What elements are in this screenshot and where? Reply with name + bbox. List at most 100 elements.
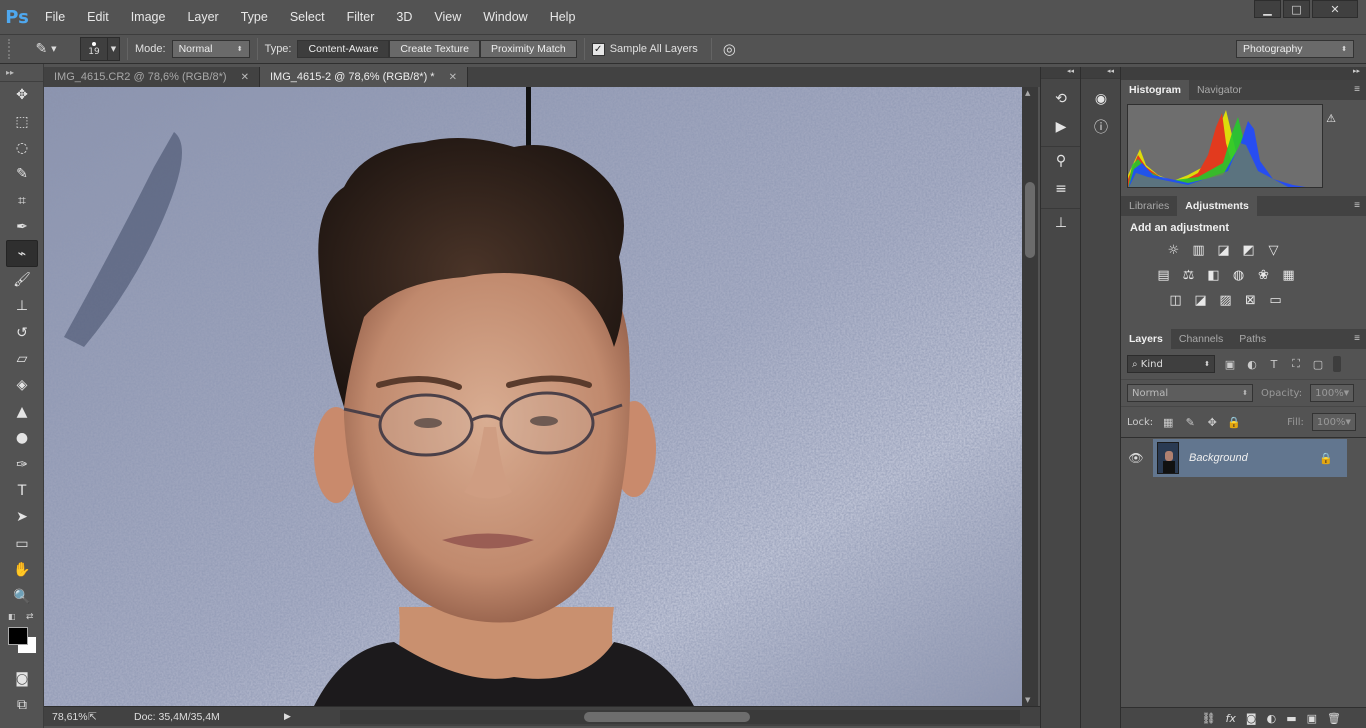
vibrance-icon[interactable]: ▽ bbox=[1265, 242, 1282, 259]
trash-icon[interactable]: 🗑 bbox=[1327, 712, 1341, 725]
options-bar-grip[interactable] bbox=[8, 39, 14, 59]
layer-selected[interactable]: Background 🔒 bbox=[1153, 439, 1347, 477]
create-texture-button[interactable]: Create Texture bbox=[389, 40, 481, 58]
brush-picker-arrow[interactable]: ▼ bbox=[108, 37, 120, 61]
brush-presets-icon[interactable]: ≡ bbox=[1041, 175, 1081, 203]
dodge-tool-icon[interactable]: ● bbox=[0, 425, 44, 451]
adjustment-filter-icon[interactable]: ◐ bbox=[1245, 357, 1259, 371]
smart-object-filter-icon[interactable]: ▢ bbox=[1311, 357, 1325, 371]
fill-input[interactable]: 100% ▼ bbox=[1311, 413, 1356, 431]
spot-healing-tool-icon[interactable]: ⌁ bbox=[6, 240, 38, 267]
fx-icon[interactable]: fx bbox=[1226, 712, 1236, 725]
tab-libraries[interactable]: Libraries bbox=[1121, 196, 1177, 216]
scroll-thumb[interactable] bbox=[584, 712, 750, 722]
zoom-level[interactable]: 78,61% bbox=[44, 711, 88, 723]
zoom-tool-icon[interactable]: 🔍 bbox=[0, 583, 44, 609]
menu-filter[interactable]: Filter bbox=[336, 0, 386, 34]
scroll-thumb[interactable] bbox=[1025, 182, 1035, 258]
info-icon[interactable]: ⓘ bbox=[1081, 113, 1121, 141]
hue-saturation-icon[interactable]: ▤ bbox=[1155, 267, 1172, 284]
close-icon[interactable]: ✕ bbox=[449, 72, 457, 83]
lock-pixels-icon[interactable]: ✎ bbox=[1183, 415, 1197, 429]
eyedropper-tool-icon[interactable]: ✒ bbox=[0, 214, 44, 240]
tab-channels[interactable]: Channels bbox=[1171, 329, 1231, 349]
collapse-icon[interactable]: ◂◂ bbox=[1081, 67, 1120, 79]
panel-menu-icon[interactable]: ≡ bbox=[1354, 84, 1360, 95]
tab-paths[interactable]: Paths bbox=[1231, 329, 1274, 349]
pen-tool-icon[interactable]: ✑ bbox=[0, 451, 44, 477]
posterize-icon[interactable]: ◪ bbox=[1192, 292, 1209, 309]
adjustment-layer-icon[interactable]: ◐ bbox=[1267, 712, 1277, 725]
horizontal-scrollbar[interactable] bbox=[340, 710, 1020, 724]
levels-icon[interactable]: ▥ bbox=[1190, 242, 1207, 259]
warning-icon[interactable]: ⚠ bbox=[1326, 112, 1336, 125]
export-icon[interactable]: ⇱ bbox=[88, 711, 106, 723]
lock-transparent-icon[interactable]: ▦ bbox=[1161, 415, 1175, 429]
brush-size-picker[interactable]: 19 bbox=[80, 37, 108, 61]
marquee-tool-icon[interactable]: ⬚ bbox=[0, 108, 44, 134]
move-tool-icon[interactable]: ✥ bbox=[0, 82, 44, 108]
brightness-icon[interactable]: ☼ bbox=[1165, 242, 1182, 259]
menu-type[interactable]: Type bbox=[230, 0, 279, 34]
status-menu-arrow-icon[interactable]: ▶ bbox=[284, 711, 291, 722]
rectangle-tool-icon[interactable]: ▭ bbox=[0, 531, 44, 557]
tab-layers[interactable]: Layers bbox=[1121, 329, 1171, 349]
menu-window[interactable]: Window bbox=[472, 0, 538, 34]
paint-bucket-tool-icon[interactable]: ◈ bbox=[0, 372, 44, 398]
properties-icon[interactable]: ◉ bbox=[1081, 85, 1121, 113]
actions-icon[interactable]: ▶ bbox=[1041, 113, 1081, 141]
tab-adjustments[interactable]: Adjustments bbox=[1177, 196, 1257, 216]
menu-help[interactable]: Help bbox=[539, 0, 587, 34]
document-canvas[interactable] bbox=[44, 87, 1022, 706]
content-aware-button[interactable]: Content-Aware bbox=[297, 40, 390, 58]
type-tool-icon[interactable]: T bbox=[0, 478, 44, 504]
blend-mode-select[interactable]: Normal ⬍ bbox=[1127, 384, 1253, 402]
color-lookup-icon[interactable]: ▦ bbox=[1280, 267, 1297, 284]
default-colors-icon[interactable]: ◧ bbox=[8, 612, 16, 621]
opacity-input[interactable]: 100% ▼ bbox=[1310, 384, 1355, 402]
shape-filter-icon[interactable]: ⛶ bbox=[1289, 357, 1303, 371]
lock-position-icon[interactable]: ✥ bbox=[1205, 415, 1219, 429]
selective-color-icon[interactable]: ⊠ bbox=[1242, 292, 1259, 309]
color-balance-icon[interactable]: ⚖ bbox=[1180, 267, 1197, 284]
brush-tool-icon[interactable]: 🖌 bbox=[0, 267, 44, 293]
tool-preset-picker[interactable]: ✎ ▼ bbox=[26, 38, 66, 60]
swap-colors-icon[interactable]: ⇄ bbox=[26, 612, 34, 622]
hand-tool-icon[interactable]: ✋ bbox=[0, 557, 44, 583]
quick-select-tool-icon[interactable]: ✎ bbox=[0, 161, 44, 187]
invert-icon[interactable]: ◫ bbox=[1167, 292, 1184, 309]
layer-row[interactable]: 👁 Background 🔒 bbox=[1121, 438, 1366, 478]
vertical-scrollbar[interactable]: ▲ ▼ bbox=[1022, 87, 1038, 706]
pixel-filter-icon[interactable]: ▣ bbox=[1223, 357, 1237, 371]
menu-edit[interactable]: Edit bbox=[76, 0, 120, 34]
threshold-icon[interactable]: ▨ bbox=[1217, 292, 1234, 309]
tab-histogram[interactable]: Histogram bbox=[1121, 80, 1189, 100]
layer-name[interactable]: Background bbox=[1189, 452, 1248, 464]
menu-3d[interactable]: 3D bbox=[385, 0, 423, 34]
gradient-map-icon[interactable]: ▭ bbox=[1267, 292, 1284, 309]
scroll-up-icon[interactable]: ▲ bbox=[1025, 89, 1030, 97]
lasso-tool-icon[interactable]: ◌ bbox=[0, 135, 44, 161]
scroll-down-icon[interactable]: ▼ bbox=[1025, 696, 1030, 704]
brushes-icon[interactable]: ⚲ bbox=[1041, 147, 1081, 175]
app-logo[interactable]: Ps bbox=[0, 0, 34, 34]
crop-tool-icon[interactable]: ⌗ bbox=[0, 188, 44, 214]
visibility-eye-icon[interactable]: 👁 bbox=[1121, 451, 1151, 465]
tab-img-4615-2[interactable]: IMG_4615-2 @ 78,6% (RGB/8*) * ✕ bbox=[259, 67, 468, 87]
link-layers-icon[interactable]: ⛓ bbox=[1202, 712, 1216, 725]
workspace-select[interactable]: Photography ⬍ bbox=[1236, 40, 1354, 58]
close-icon[interactable]: ✕ bbox=[241, 72, 249, 83]
collapse-icon[interactable]: ◂◂ bbox=[1041, 67, 1080, 79]
black-white-icon[interactable]: ◧ bbox=[1205, 267, 1222, 284]
menu-image[interactable]: Image bbox=[120, 0, 177, 34]
path-select-tool-icon[interactable]: ➤ bbox=[0, 504, 44, 530]
panel-menu-icon[interactable]: ≡ bbox=[1354, 333, 1360, 344]
clone-source-icon[interactable]: ⊥ bbox=[1041, 209, 1081, 237]
minimize-button[interactable]: ▁ bbox=[1254, 0, 1281, 18]
menu-layer[interactable]: Layer bbox=[176, 0, 229, 34]
history-brush-tool-icon[interactable]: ↺ bbox=[0, 320, 44, 346]
expand-icon[interactable]: ▸▸ bbox=[1121, 67, 1366, 80]
history-icon[interactable]: ⟲ bbox=[1041, 85, 1081, 113]
foreground-color-swatch[interactable] bbox=[8, 626, 28, 645]
lock-all-icon[interactable]: 🔒 bbox=[1227, 415, 1241, 429]
